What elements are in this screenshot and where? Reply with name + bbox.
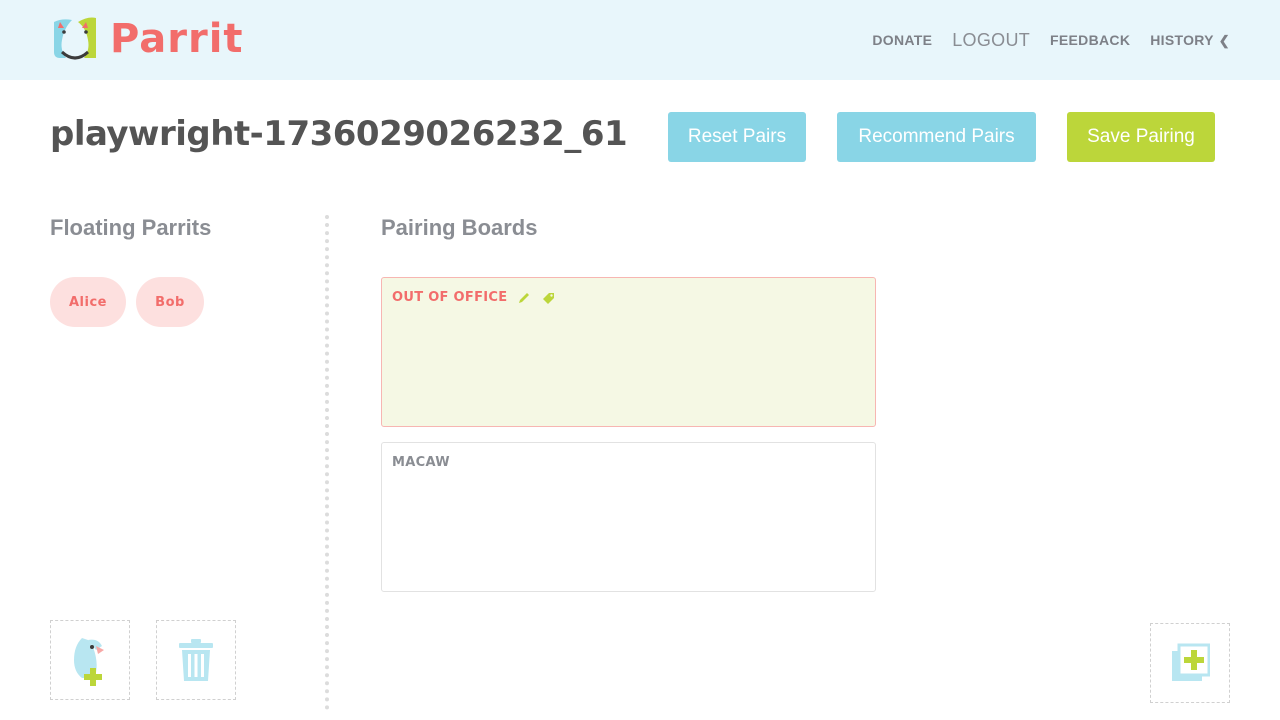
app-header: Parrit DONATE LOGOUT FEEDBACK HISTORY ❮: [0, 0, 1280, 80]
board-name[interactable]: OUT OF OFFICE: [392, 290, 507, 305]
board-name[interactable]: MACAW: [392, 455, 450, 470]
add-person-icon: [74, 638, 104, 686]
feedback-link[interactable]: FEEDBACK: [1050, 32, 1130, 48]
trash-icon: [179, 639, 213, 681]
reset-pairs-button[interactable]: Reset Pairs: [668, 112, 806, 162]
board-header: MACAW: [392, 455, 450, 470]
save-pairing-button[interactable]: Save Pairing: [1067, 112, 1215, 162]
person-chip[interactable]: Alice: [50, 277, 126, 327]
logo[interactable]: Parrit: [50, 14, 244, 64]
column-divider: [325, 215, 329, 710]
logout-link[interactable]: LOGOUT: [952, 30, 1030, 51]
parrot-logo-icon: [54, 17, 96, 60]
history-label: HISTORY: [1150, 31, 1214, 48]
project-title: playwright-1736029026232_61: [50, 114, 628, 154]
top-nav: DONATE LOGOUT FEEDBACK HISTORY ❮: [852, 28, 1230, 52]
add-person-button[interactable]: [50, 620, 130, 700]
pairing-board[interactable]: OUT OF OFFICE: [381, 277, 876, 427]
board-header: OUT OF OFFICE: [392, 290, 555, 305]
add-board-icon: [1172, 643, 1210, 681]
pairing-boards-heading: Pairing Boards: [381, 215, 538, 240]
floating-parrits-heading: Floating Parrits: [50, 215, 212, 240]
history-link[interactable]: HISTORY ❮: [1150, 32, 1230, 49]
delete-person-dropzone[interactable]: [156, 620, 236, 700]
pairing-board[interactable]: MACAW: [381, 442, 876, 592]
add-board-button[interactable]: [1150, 623, 1230, 703]
tag-icon[interactable]: [541, 291, 555, 305]
donate-link[interactable]: DONATE: [872, 32, 932, 48]
person-chip[interactable]: Bob: [136, 277, 204, 327]
logo-text: Parrit: [110, 16, 244, 62]
chevron-left-icon: ❮: [1218, 32, 1230, 48]
pencil-icon[interactable]: [517, 291, 531, 305]
recommend-pairs-button[interactable]: Recommend Pairs: [837, 112, 1036, 162]
